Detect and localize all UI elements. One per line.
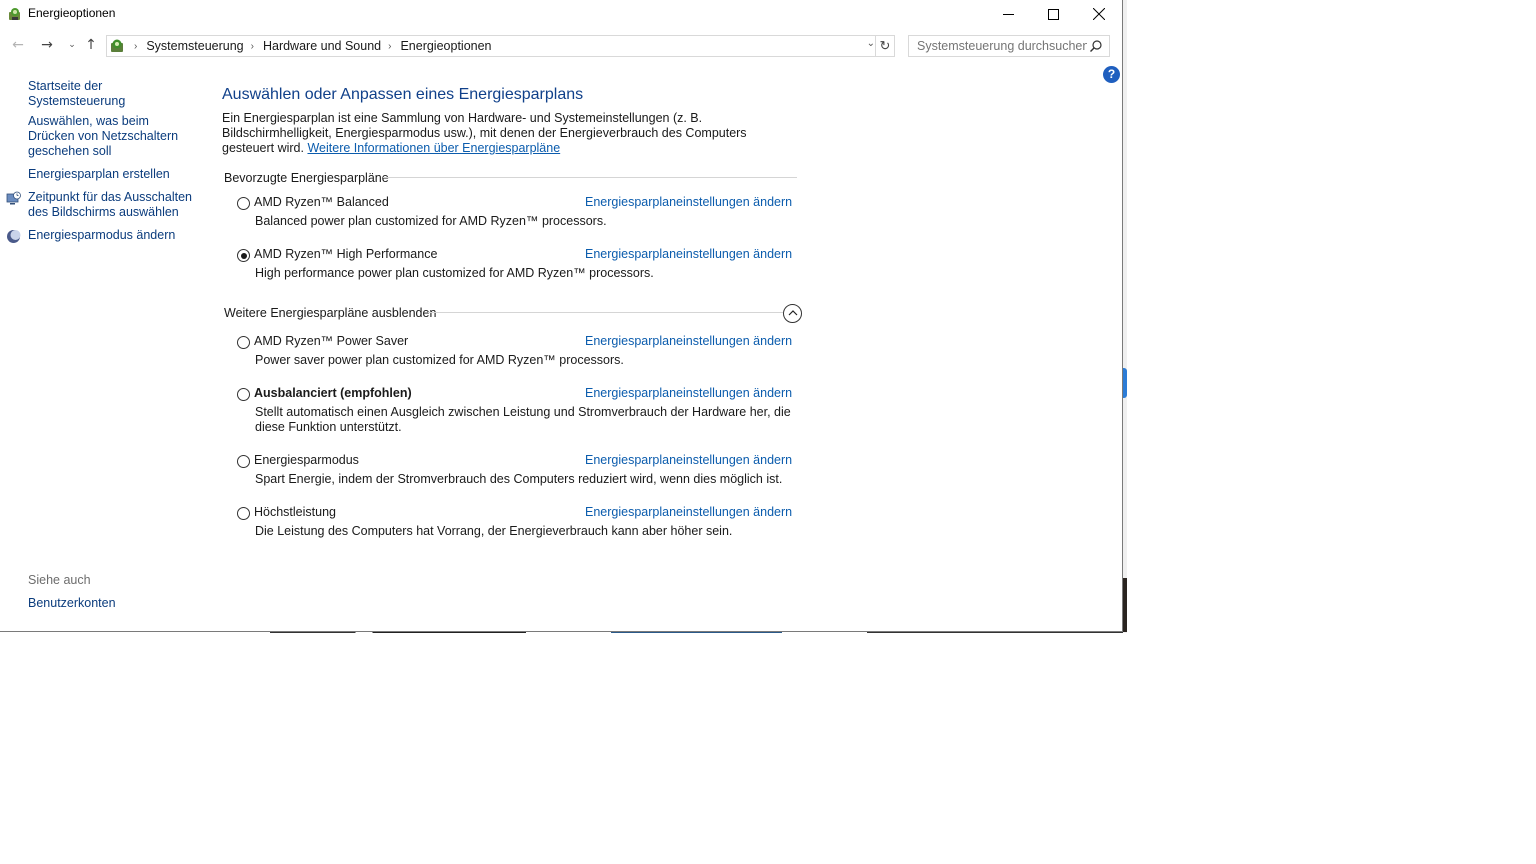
change-plan-settings-link[interactable]: Energiesparplaneinstellungen ändern	[585, 334, 792, 348]
display-clock-icon	[6, 191, 21, 205]
sidebar-item-bildschirm-ausschalten[interactable]: Zeitpunkt für das Ausschalten des Bildsc…	[28, 190, 196, 220]
preferred-plans-heading: Bevorzugte Energiesparpläne	[224, 171, 389, 185]
maximize-button[interactable]	[1030, 0, 1076, 28]
preferred-plans-divider	[383, 177, 797, 178]
change-plan-settings-link[interactable]: Energiesparplaneinstellungen ändern	[585, 386, 792, 400]
plan-radio-power-saver[interactable]	[237, 336, 250, 349]
plan-name-high-performance[interactable]: AMD Ryzen™ High Performance	[254, 247, 437, 261]
help-icon[interactable]: ?	[1103, 66, 1120, 83]
plan-name-energiesparmodus[interactable]: Energiesparmodus	[254, 453, 359, 467]
plan-description: Die Leistung des Computers hat Vorrang, …	[255, 524, 733, 538]
background-app-accent	[1123, 368, 1127, 398]
sidebar-item-startseite[interactable]: Startseite der Systemsteuerung	[28, 79, 196, 109]
background-app-dark	[1123, 578, 1127, 632]
sidebar-item-energiesparmodus[interactable]: Energiesparmodus ändern	[28, 228, 196, 243]
refresh-button[interactable]: ↻	[875, 36, 894, 56]
more-info-link[interactable]: Weitere Informationen über Energiesparpl…	[307, 141, 560, 155]
recent-locations-button[interactable]: ⌄	[63, 40, 81, 50]
plan-radio-energiesparmodus[interactable]	[237, 455, 250, 468]
sidebar-item-netzschalter[interactable]: Auswählen, was beim Drücken von Netzscha…	[28, 114, 196, 159]
breadcrumb-hardware-und-sound[interactable]: Hardware und Sound	[263, 39, 381, 53]
breadcrumb-separator: ›	[134, 40, 138, 52]
plan-description: Spart Energie, indem der Stromverbrauch …	[255, 472, 783, 486]
hidden-plans-divider	[428, 312, 783, 313]
page-description: Ein Energiesparplan ist eine Sammlung vo…	[222, 111, 797, 156]
minimize-button[interactable]	[985, 0, 1031, 28]
collapse-chevron-up-icon[interactable]	[783, 304, 802, 323]
navigation-bar: ← → ⌄ ↑ › Systemsteuerung › Hardware und…	[0, 32, 1122, 60]
page-title: Auswählen oder Anpassen eines Energiespa…	[222, 86, 584, 103]
see-also-heading: Siehe auch	[28, 573, 91, 587]
plan-name-hoechstleistung[interactable]: Höchstleistung	[254, 505, 336, 519]
close-button[interactable]	[1076, 0, 1122, 28]
plan-radio-hoechstleistung[interactable]	[237, 507, 250, 520]
change-plan-settings-link[interactable]: Energiesparplaneinstellungen ändern	[585, 247, 792, 261]
close-icon	[1093, 8, 1105, 20]
address-dropdown-icon[interactable]: ⌄	[867, 38, 875, 49]
plan-radio-balanced[interactable]	[237, 197, 250, 210]
control-panel-icon	[111, 39, 123, 52]
sidebar-item-plan-erstellen[interactable]: Energiesparplan erstellen	[28, 167, 196, 182]
breadcrumb-separator[interactable]: ›	[388, 41, 391, 52]
plan-description: Power saver power plan customized for AM…	[255, 353, 624, 367]
breadcrumb-energieoptionen[interactable]: Energieoptionen	[400, 39, 491, 53]
change-plan-settings-link[interactable]: Energiesparplaneinstellungen ändern	[585, 453, 792, 467]
up-button[interactable]: ↑	[82, 37, 100, 53]
search-box[interactable]	[908, 35, 1110, 57]
back-button[interactable]: ←	[9, 37, 27, 53]
change-plan-settings-link[interactable]: Energiesparplaneinstellungen ändern	[585, 505, 792, 519]
address-bar[interactable]: › Systemsteuerung › Hardware und Sound ›…	[106, 35, 895, 57]
plan-name-balanced[interactable]: AMD Ryzen™ Balanced	[254, 195, 389, 209]
breadcrumb-separator[interactable]: ›	[251, 41, 254, 52]
plan-description: Stellt automatisch einen Ausgleich zwisc…	[255, 405, 791, 434]
plan-radio-high-performance[interactable]	[237, 249, 250, 262]
moon-icon	[7, 230, 21, 243]
sidebar-item-benutzerkonten[interactable]: Benutzerkonten	[28, 596, 196, 611]
plan-description: Balanced power plan customized for AMD R…	[255, 214, 607, 228]
plan-radio-ausbalanciert[interactable]	[237, 388, 250, 401]
power-options-icon	[9, 8, 20, 20]
control-panel-window: Energieoptionen ← → ⌄ ↑ › Systemsteuerun…	[0, 0, 1123, 632]
hidden-plans-heading[interactable]: Weitere Energiesparpläne ausblenden	[224, 306, 436, 320]
title-bar[interactable]: Energieoptionen	[0, 0, 1122, 30]
plan-name-power-saver[interactable]: AMD Ryzen™ Power Saver	[254, 334, 408, 348]
breadcrumb-systemsteuerung[interactable]: Systemsteuerung	[146, 39, 243, 53]
minimize-icon	[1002, 13, 1014, 15]
forward-button[interactable]: →	[38, 37, 56, 53]
maximize-icon	[1047, 8, 1059, 20]
background-app-strip	[1123, 0, 1127, 633]
change-plan-settings-link[interactable]: Energiesparplaneinstellungen ändern	[585, 195, 792, 209]
search-input[interactable]	[917, 39, 1087, 53]
plan-description: High performance power plan customized f…	[255, 266, 654, 280]
search-icon[interactable]	[1089, 39, 1103, 53]
window-title: Energieoptionen	[28, 6, 116, 20]
plan-name-ausbalanciert[interactable]: Ausbalanciert (empfohlen)	[254, 386, 412, 400]
